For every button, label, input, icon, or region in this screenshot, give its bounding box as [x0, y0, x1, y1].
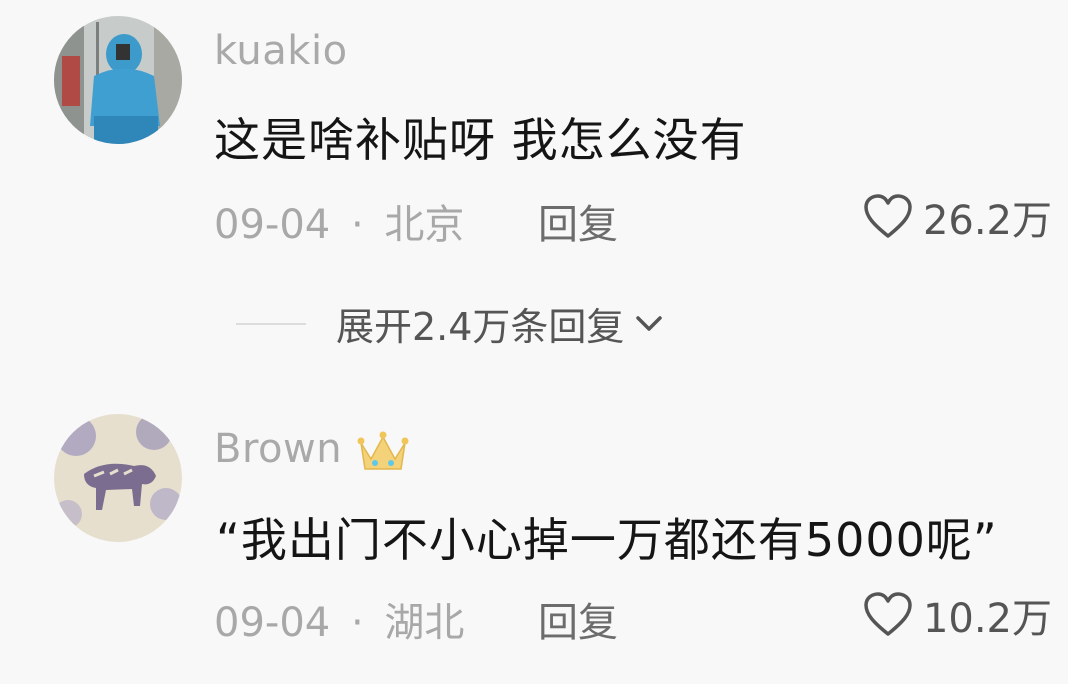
heart-icon	[864, 194, 912, 238]
username[interactable]: Brown	[214, 426, 409, 473]
comment-text: “我出门不小心掉一万都还有5000呢”	[216, 513, 998, 567]
reply-button[interactable]: 回复	[538, 590, 618, 648]
comment-location: 北京	[384, 202, 465, 248]
like-count: 26.2万	[922, 198, 1052, 244]
comment-meta: 09-04 · 北京	[214, 192, 464, 250]
username[interactable]: kuakio	[214, 28, 348, 74]
comment-text: 这是啥补贴呀 我怎么没有	[214, 113, 747, 167]
like-count: 10.2万	[922, 596, 1052, 642]
expand-replies-button[interactable]: 展开2.4万条回复	[236, 296, 664, 351]
username-text: Brown	[214, 426, 343, 472]
reply-button[interactable]: 回复	[538, 192, 618, 250]
comment-date: 09-04	[214, 202, 331, 248]
expand-replies-label: 展开2.4万条回复	[336, 305, 625, 349]
heart-icon	[864, 592, 912, 636]
comment-location: 湖北	[384, 600, 465, 646]
crown-icon	[357, 431, 409, 470]
like-button[interactable]: 10.2万	[863, 586, 1052, 644]
comment-date: 09-04	[214, 600, 331, 646]
meta-separator: ·	[350, 600, 364, 646]
meta-separator: ·	[350, 202, 364, 248]
comment-meta: 09-04 · 湖北	[214, 590, 464, 648]
avatar[interactable]	[54, 414, 182, 542]
avatar[interactable]	[54, 16, 182, 144]
like-button[interactable]: 26.2万	[863, 188, 1052, 246]
divider-line	[236, 322, 306, 325]
chevron-down-icon	[636, 315, 663, 331]
